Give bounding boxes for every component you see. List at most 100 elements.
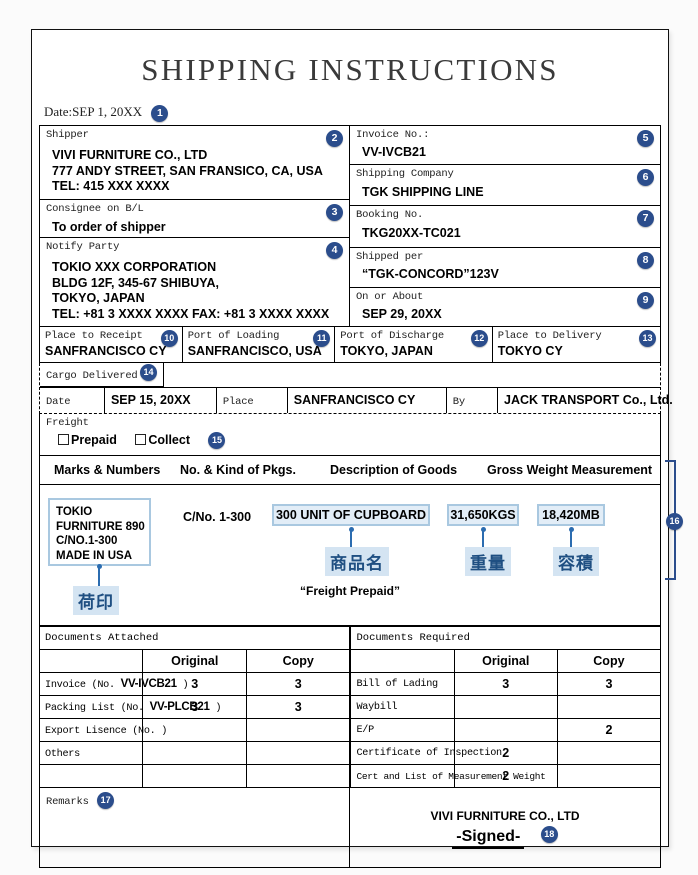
cargo-date-label-cell: Date (40, 388, 105, 413)
badge-1: 1 (151, 104, 169, 122)
dr-row-2-name: E/P (350, 718, 455, 742)
place-to-receipt-label: Place to Receipt (45, 330, 143, 342)
mark-line-2: FURNITURE 890 (56, 520, 145, 533)
shipping-company-label: Shipping Company (356, 168, 454, 180)
badge-4: 4 (326, 242, 343, 259)
shipping-marks-box: TOKIO FURNITURE 890 C/NO.1-300 MADE IN U… (48, 498, 151, 566)
badge-6: 6 (637, 169, 654, 186)
weight-connector-line (482, 529, 484, 549)
notify-line-1: TOKIO XXX CORPORATION (52, 260, 217, 274)
mark-line-4: MADE IN USA (56, 549, 133, 562)
prepaid-label: Prepaid (71, 433, 117, 447)
on-or-about-value: SEP 29, 20XX (362, 307, 442, 321)
cargo-delivered-header-filler (164, 363, 660, 387)
notify-line-2: BLDG 12F, 345-67 SHIBUYA, (52, 275, 219, 290)
table-row: Export Lisence (No. ) (38, 718, 351, 742)
cargo-date-value-cell: SEP 15, 20XX (105, 388, 217, 413)
cargo-details-section: Marks & Numbers No. & Kind of Pkgs. Desc… (39, 456, 683, 626)
da-col-original: Original (142, 649, 247, 673)
shipped-per-value: “TGK-CONCORD”123V (362, 267, 499, 281)
parties-section: Shipper 2 VIVI FURNITURE CO., LTD 777 AN… (39, 125, 661, 327)
signature-company: VIVI FURNITURE CO., LTD (430, 809, 580, 823)
cargo-place-value: SANFRANCISCO CY (293, 393, 416, 407)
description-connector-line (350, 529, 352, 549)
consignee-label: Consignee on B/L (46, 203, 144, 215)
badge-15: 15 (208, 432, 226, 449)
freight-prepaid-note: “Freight Prepaid” (299, 584, 400, 598)
dr-row-1-name: Waybill (350, 695, 455, 719)
table-row (38, 764, 351, 788)
description-value: 300 UNIT OF CUPBOARD (272, 504, 430, 526)
badge-16: 16 (666, 513, 683, 531)
table-row: Cert and List of Measurement Weight 2 (350, 764, 662, 788)
cargo-date-label: Date (46, 396, 71, 408)
badge-2: 2 (326, 130, 343, 147)
da-row-1-copy: 3 (245, 695, 351, 719)
place-to-delivery-value: TOKYO CY (497, 344, 563, 358)
shipper-line-1: VIVI FURNITURE CO., LTD (52, 148, 208, 162)
description-annotation: 商品名 (325, 547, 389, 576)
table-row: Others (38, 741, 351, 765)
dr-row-1-copy (556, 695, 662, 719)
invoice-no-value: VV-IVCB21 (362, 145, 426, 159)
header-description-of-goods: Description of Goods (330, 463, 458, 477)
badge-7: 7 (637, 210, 654, 227)
documents-attached-table: Documents Attached Original Copy Invoice… (38, 626, 351, 788)
booking-no-label: Booking No. (356, 209, 424, 221)
shipper-label: Shipper (46, 129, 89, 141)
place-to-delivery-label: Place to Delivery (497, 330, 602, 342)
shipped-per-label: Shipped per (356, 251, 424, 263)
dr-row-0-original: 3 (453, 672, 558, 696)
cargo-by-value: JACK TRANSPORT Co., Ltd. (504, 393, 673, 407)
da-row-4-copy (245, 764, 351, 788)
freight-section: Freight Prepaid Collect 15 (39, 414, 661, 456)
page-title: SHIPPING INSTRUCTIONS (141, 52, 559, 87)
shipper-line-2: 777 ANDY STREET, SAN FRANSICO, CA, USA (52, 163, 323, 178)
badge-17: 17 (97, 792, 115, 809)
table-row: Invoice (No. VV-IVCB21 ) 3 3 (38, 672, 351, 696)
cargo-by-label-cell: By (447, 388, 498, 413)
shipper-box: Shipper 2 VIVI FURNITURE CO., LTD 777 AN… (39, 125, 350, 200)
table-row: Packing List (No. VV-PLCB21 ) 3 3 (38, 695, 351, 719)
cargo-place-label-cell: Place (217, 388, 288, 413)
cargo-delivered-title-cell: Cargo Delivered 14 (40, 363, 164, 387)
freight-label: Freight (46, 417, 89, 429)
shipper-line-3: TEL: 415 XXX XXXX (52, 179, 170, 193)
remarks-signature-section: Remarks 17 VIVI FURNITURE CO., LTD -Sign… (39, 788, 661, 868)
port-of-loading-value: SANFRANCISCO, USA (187, 344, 322, 358)
badge-18: 18 (540, 826, 558, 843)
header-kind-of-pkgs: No. & Kind of Pkgs. (180, 463, 296, 477)
da-col-copy: Copy (245, 649, 351, 673)
dr-row-3-name: Certificate of Inspection (350, 741, 502, 765)
da-row-3-copy (245, 741, 351, 765)
shipping-company-box: Shipping Company 6 TGK SHIPPING LINE (350, 165, 661, 206)
da-row-3-name: Others (38, 741, 144, 765)
notify-line-3: TOKYO, JAPAN (52, 291, 145, 305)
badge-5: 5 (637, 130, 654, 147)
dr-row-2-original (453, 718, 558, 742)
invoice-no-label: Invoice No.: (356, 129, 430, 141)
collect-label: Collect (148, 433, 190, 447)
prepaid-checkbox[interactable] (58, 434, 69, 445)
da-row-0-name: Invoice (No. VV-IVCB21 ) (38, 672, 189, 696)
mark-line-3: C/NO.1-300 (56, 535, 118, 547)
dr-blank-header (350, 649, 455, 673)
table-row: Bill of Lading 3 3 (350, 672, 662, 696)
signature-box: VIVI FURNITURE CO., LTD -Signed- 18 (350, 788, 661, 868)
place-to-delivery-cell: Place to Delivery 13 TOKYO CY (491, 327, 662, 363)
badge-3: 3 (326, 204, 343, 221)
collect-checkbox[interactable] (135, 434, 147, 445)
port-of-discharge-value: TOKYO, JAPAN (340, 344, 433, 358)
shipping-company-value: TGK SHIPPING LINE (362, 185, 484, 199)
cargo-place-value-cell: SANFRANCISCO CY (288, 388, 447, 413)
cargo-delivered-title: Cargo Delivered (46, 370, 138, 382)
badge-13: 13 (639, 330, 657, 347)
dr-row-2-copy: 2 (556, 718, 662, 742)
invoice-no-box: Invoice No.: 5 VV-IVCB21 (350, 125, 661, 165)
da-row-3-original (142, 741, 247, 765)
badge-10: 10 (160, 330, 178, 347)
remarks-box[interactable]: Remarks 17 (39, 788, 351, 868)
badge-14: 14 (140, 364, 157, 381)
place-to-receipt-value: SANFRANCISCO CY (45, 344, 167, 358)
da-row-2-name: Export Lisence (No. ) (38, 718, 167, 742)
